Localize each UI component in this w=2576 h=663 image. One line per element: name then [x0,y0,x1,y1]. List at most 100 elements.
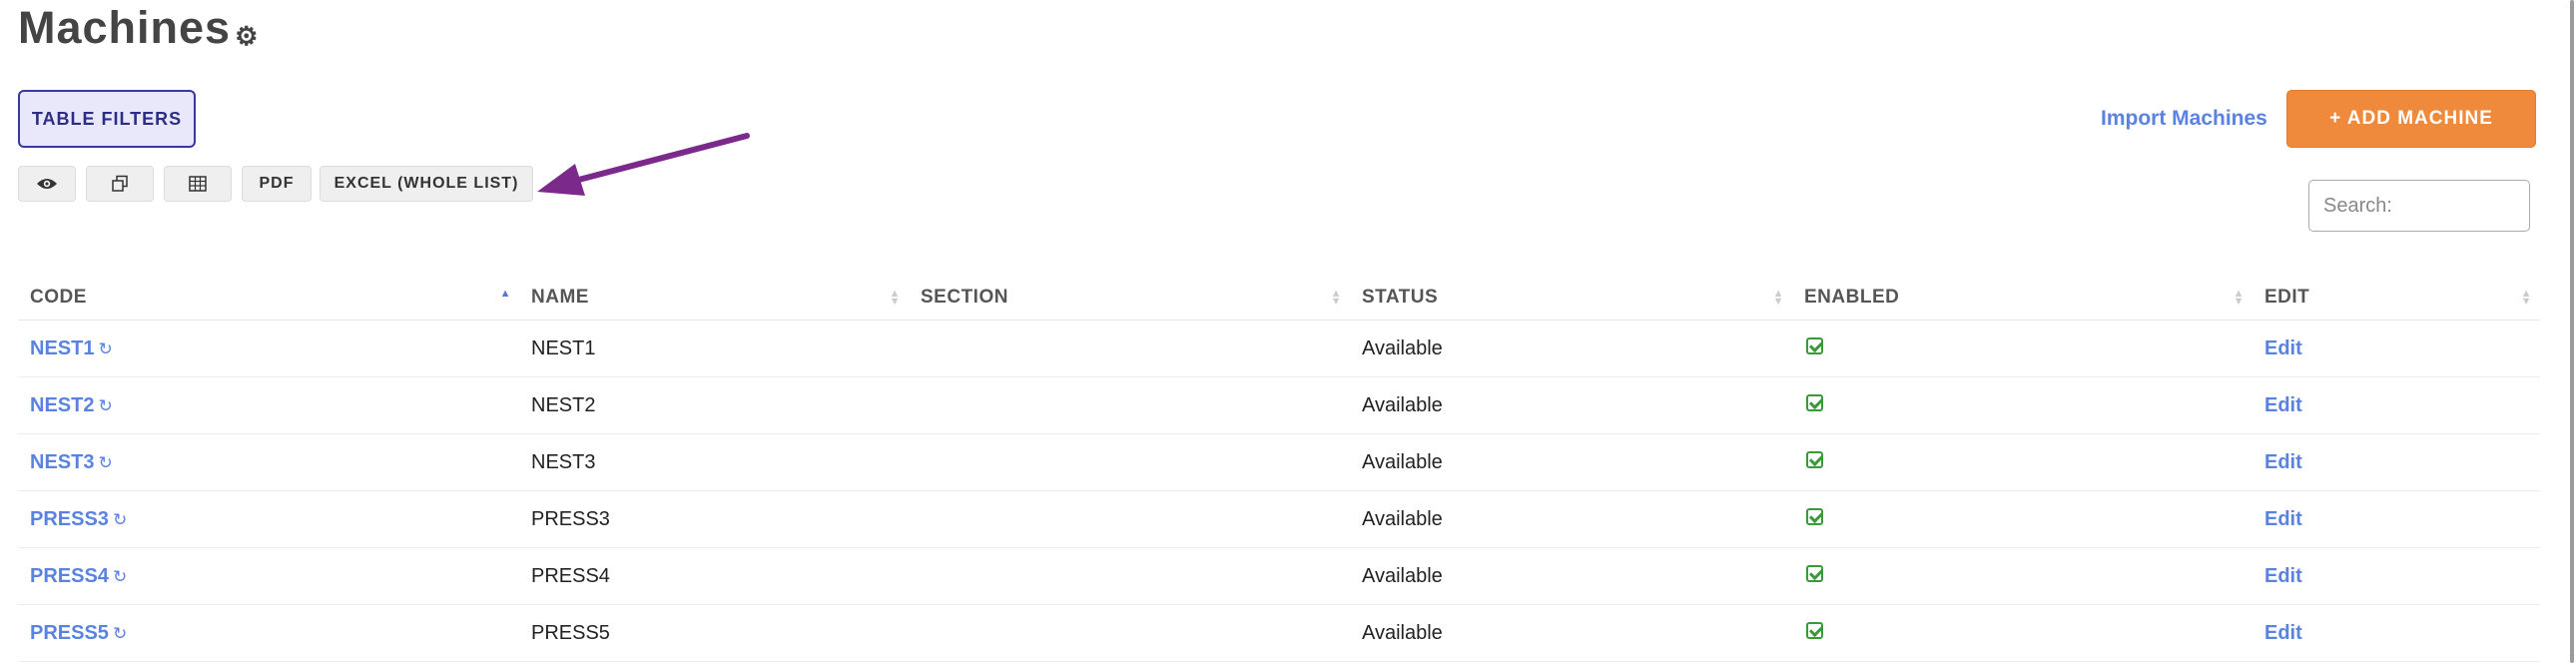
refresh-icon[interactable]: ↻ [98,339,112,358]
enabled-cell [1792,376,2253,434]
table-header-row: CODE ▲ ▼ NAME ▲ ▼ SECTION ▲ ▼ STATUS ▲ ▼ ENA… [18,276,2540,321]
machine-code-link[interactable]: NEST2 [30,394,94,416]
section-cell [909,376,1350,434]
edit-link[interactable]: Edit [2264,394,2302,416]
status-cell: Available [1350,376,1792,434]
annotation-arrow [537,133,750,196]
edit-cell: Edit [2253,604,2540,662]
refresh-icon[interactable]: ↻ [113,624,127,643]
csv-button[interactable] [164,166,232,202]
name-cell: NEST3 [519,433,909,491]
column-header-label: EDIT [2264,287,2310,308]
checkmark-icon [1806,564,1823,582]
copy-button[interactable] [86,166,154,202]
column-header-code[interactable]: CODE ▲ ▼ [18,276,519,321]
machine-code-link[interactable]: PRESS5 [30,622,109,644]
edit-cell: Edit [2253,490,2540,548]
section-cell [909,604,1350,662]
refresh-icon[interactable]: ↻ [113,510,127,529]
page-title: Machines ⚙ [18,0,259,64]
refresh-icon[interactable]: ↻ [98,453,112,472]
refresh-icon[interactable]: ↻ [98,396,112,415]
column-visibility-button[interactable] [18,166,76,202]
eye-icon [37,179,57,189]
sort-icon: ▲ ▼ [1772,288,1784,308]
column-header-status[interactable]: STATUS ▲ ▼ [1350,276,1792,321]
status-cell: Available [1350,320,1792,377]
column-header-label: SECTION [921,287,1008,308]
page-title-text: Machines [18,2,232,53]
checkmark-icon [1806,621,1823,639]
section-cell [909,490,1350,548]
column-header-name[interactable]: NAME ▲ ▼ [519,276,909,321]
machine-code-link[interactable]: NEST3 [30,451,94,473]
edit-cell: Edit [2253,320,2540,377]
code-cell: NEST1 ↻ [18,320,519,377]
column-header-edit[interactable]: EDIT ▲ ▼ [2253,276,2540,321]
code-cell: NEST2 ↻ [18,376,519,434]
name-cell: PRESS3 [519,490,909,548]
status-cell: Available [1350,604,1792,662]
checkmark-icon [1806,507,1823,525]
table-filters-button[interactable]: TABLE FILTERS [18,90,196,148]
add-machine-button[interactable]: + ADD MACHINE [2286,90,2536,148]
code-cell: NEST3 ↻ [18,433,519,491]
column-header-enabled[interactable]: ENABLED ▲ ▼ [1792,276,2253,321]
enabled-cell [1792,547,2253,605]
scrollbar[interactable] [2570,0,2574,663]
table-icon [189,176,207,192]
status-cell: Available [1350,433,1792,491]
machine-code-link[interactable]: PRESS3 [30,508,109,530]
table-row: NEST2 ↻ NEST2 Available Edit [18,376,2540,434]
table-row: NEST3 ↻ NEST3 Available Edit [18,433,2540,491]
checkmark-icon [1806,393,1823,411]
code-cell: PRESS4 ↻ [18,547,519,605]
enabled-cell [1792,320,2253,377]
import-machines-link[interactable]: Import Machines [2101,104,2267,134]
sort-ascending-icon: ▲ ▼ [499,288,511,308]
sort-icon: ▲ ▼ [889,288,901,308]
name-cell: PRESS4 [519,547,909,605]
name-cell: PRESS5 [519,604,909,662]
table-row: NEST1 ↻ NEST1 Available Edit [18,320,2540,377]
section-cell [909,320,1350,377]
excel-button[interactable]: EXCEL (WHOLE LIST) [320,166,533,202]
gear-icon[interactable]: ⚙ [235,8,259,64]
column-header-label: STATUS [1362,287,1439,308]
search-input[interactable] [2308,180,2530,232]
edit-cell: Edit [2253,433,2540,491]
sort-icon: ▲ ▼ [2520,288,2532,308]
machines-table: CODE ▲ ▼ NAME ▲ ▼ SECTION ▲ ▼ STATUS ▲ ▼ ENA… [18,276,2540,662]
enabled-cell [1792,604,2253,662]
edit-cell: Edit [2253,376,2540,434]
table-row: PRESS3 ↻ PRESS3 Available Edit [18,490,2540,548]
column-header-label: ENABLED [1804,287,1900,308]
status-cell: Available [1350,547,1792,605]
checkmark-icon [1806,336,1823,354]
section-cell [909,547,1350,605]
table-row: PRESS5 ↻ PRESS5 Available Edit [18,604,2540,662]
code-cell: PRESS5 ↻ [18,604,519,662]
pdf-button[interactable]: PDF [242,166,312,202]
enabled-cell [1792,490,2253,548]
name-cell: NEST2 [519,376,909,434]
refresh-icon[interactable]: ↻ [113,567,127,586]
copy-icon [112,175,128,192]
column-header-section[interactable]: SECTION ▲ ▼ [909,276,1350,321]
machine-code-link[interactable]: PRESS4 [30,565,109,587]
column-header-label: NAME [531,287,589,308]
table-row: PRESS4 ↻ PRESS4 Available Edit [18,547,2540,605]
edit-link[interactable]: Edit [2264,451,2302,473]
edit-link[interactable]: Edit [2264,337,2302,359]
checkmark-icon [1806,450,1823,468]
enabled-cell [1792,433,2253,491]
edit-link[interactable]: Edit [2264,565,2302,587]
edit-cell: Edit [2253,547,2540,605]
sort-icon: ▲ ▼ [2233,288,2245,308]
section-cell [909,433,1350,491]
sort-icon: ▲ ▼ [1330,288,1342,308]
edit-link[interactable]: Edit [2264,508,2302,530]
machine-code-link[interactable]: NEST1 [30,337,94,359]
edit-link[interactable]: Edit [2264,622,2302,644]
code-cell: PRESS3 ↻ [18,490,519,548]
